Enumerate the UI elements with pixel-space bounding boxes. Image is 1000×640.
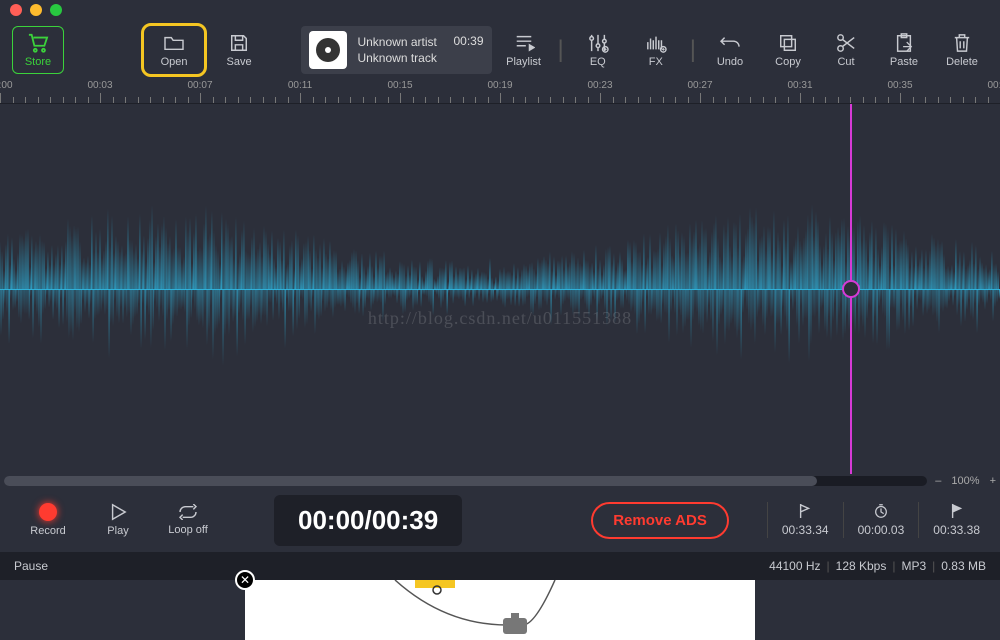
bitrate: 128 Kbps: [836, 559, 887, 573]
copy-button[interactable]: Copy: [762, 26, 814, 74]
file-size: 0.83 MB: [941, 559, 986, 573]
loop-button[interactable]: Loop off: [160, 504, 216, 536]
format: MP3: [901, 559, 926, 573]
track-length: 00:39: [454, 30, 484, 48]
undo-button[interactable]: Undo: [704, 26, 756, 74]
paste-label: Paste: [890, 56, 918, 68]
timeline-ruler[interactable]: 00:0000:0300:0700:1100:1500:1900:2300:27…: [0, 80, 1000, 104]
play-button[interactable]: Play: [90, 503, 146, 537]
copy-label: Copy: [775, 56, 801, 68]
store-button[interactable]: Store: [12, 26, 64, 74]
playlist-label: Playlist: [506, 56, 541, 68]
track-artist: Unknown artist: [357, 34, 436, 50]
open-button-highlight: Open: [141, 23, 207, 77]
copy-icon: [778, 32, 798, 54]
eq-label: EQ: [590, 56, 606, 68]
playlist-button[interactable]: Playlist: [498, 26, 550, 74]
watermark-text: http://blog.csdn.net/u011551388: [368, 308, 632, 329]
horizontal-scroll: – 100% +: [0, 474, 1000, 488]
track-card[interactable]: Unknown artist Unknown track 00:39: [301, 26, 491, 74]
play-icon: [109, 503, 127, 521]
paste-icon: [894, 32, 914, 54]
playback-state: Pause: [14, 559, 48, 573]
playlist-icon: [513, 32, 535, 54]
loop-label: Loop off: [168, 524, 208, 536]
close-ad-button[interactable]: ✕: [235, 570, 255, 590]
eq-button[interactable]: EQ: [572, 26, 624, 74]
playhead-marker[interactable]: [850, 104, 852, 474]
undo-icon: [719, 32, 741, 54]
minimize-window-icon[interactable]: [30, 4, 42, 16]
stopwatch-icon: [873, 503, 889, 519]
toolbar-separator: |: [688, 36, 698, 64]
floppy-icon: [229, 32, 249, 54]
sel-end-value: 00:33.38: [933, 523, 980, 537]
cut-label: Cut: [837, 56, 854, 68]
selection-duration[interactable]: 00:00.03: [858, 503, 905, 537]
scrollbar-thumb[interactable]: [4, 476, 817, 486]
undo-label: Undo: [717, 56, 743, 68]
transport-bar: Record Play Loop off 00:00/00:39 Remove …: [0, 488, 1000, 552]
record-button[interactable]: Record: [20, 503, 76, 537]
ad-graphic-icon: [245, 580, 755, 640]
zoom-out-button[interactable]: –: [935, 475, 941, 487]
remove-ads-button[interactable]: Remove ADS: [591, 502, 729, 539]
divider: [918, 502, 919, 538]
play-label: Play: [107, 525, 128, 537]
fx-icon: [645, 32, 667, 54]
record-label: Record: [30, 525, 65, 537]
delete-button[interactable]: Delete: [936, 26, 988, 74]
divider: [767, 502, 768, 538]
waveform-area[interactable]: http://blog.csdn.net/u011551388: [0, 104, 1000, 474]
track-info: Unknown artist Unknown track: [357, 34, 436, 66]
ad-popup: ✕: [245, 580, 755, 640]
zoom-in-button[interactable]: +: [990, 475, 996, 487]
album-art-icon: [309, 31, 347, 69]
record-icon: [39, 503, 57, 521]
save-label: Save: [227, 56, 252, 68]
close-window-icon[interactable]: [10, 4, 22, 16]
store-label: Store: [25, 56, 51, 68]
toolbar-separator: |: [556, 36, 566, 64]
fx-button[interactable]: FX: [630, 26, 682, 74]
selection-start[interactable]: 00:33.34: [782, 503, 829, 537]
save-button[interactable]: Save: [213, 26, 265, 74]
cart-icon: [27, 32, 49, 54]
loop-icon: [177, 504, 199, 520]
sample-rate: 44100 Hz: [769, 559, 820, 573]
track-title: Unknown track: [357, 50, 436, 66]
paste-button[interactable]: Paste: [878, 26, 930, 74]
flag-start-icon: [798, 503, 812, 519]
scrollbar-track[interactable]: [4, 476, 927, 486]
flag-end-icon: [950, 503, 964, 519]
fullscreen-window-icon[interactable]: [50, 4, 62, 16]
cut-button[interactable]: Cut: [820, 26, 872, 74]
selection-end[interactable]: 00:33.38: [933, 503, 980, 537]
fx-label: FX: [649, 56, 663, 68]
main-toolbar: Store Open Save Unknown artist Unknown t…: [0, 20, 1000, 80]
scissors-icon: [836, 32, 856, 54]
divider: [843, 502, 844, 538]
sel-start-value: 00:33.34: [782, 523, 829, 537]
sel-dur-value: 00:00.03: [858, 523, 905, 537]
open-label: Open: [161, 56, 188, 68]
trash-icon: [953, 32, 971, 54]
delete-label: Delete: [946, 56, 978, 68]
timecode-display: 00:00/00:39: [274, 495, 462, 546]
open-button[interactable]: Open: [148, 26, 200, 74]
eq-icon: [587, 32, 609, 54]
status-bar: Pause 44100 Hz| 128 Kbps| MP3| 0.83 MB: [0, 552, 1000, 580]
window-titlebar: [0, 0, 1000, 20]
zoom-percent: 100%: [951, 475, 979, 487]
folder-icon: [163, 32, 185, 54]
